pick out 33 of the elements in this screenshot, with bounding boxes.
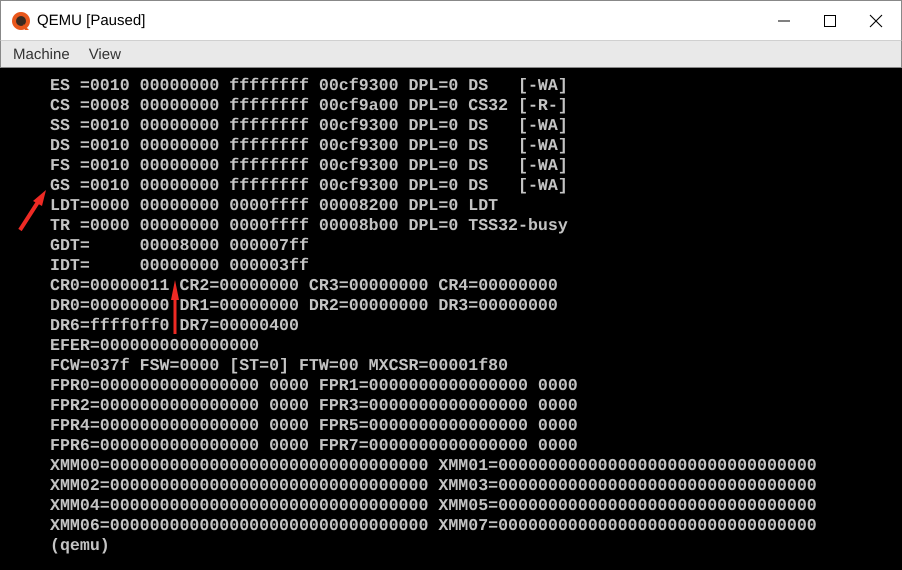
menu-item[interactable]: Machine — [5, 46, 78, 62]
maximize-icon — [824, 14, 836, 26]
console-line: TR =0000 00000000 0000ffff 00008b00 DPL=0 TSS32-busy — [50, 216, 568, 236]
console-line: FPR4=0000000000000000 0000 FPR5=0000000000000000 0000 — [50, 416, 578, 436]
close-icon — [869, 14, 883, 28]
console-line: XMM04=00000000000000000000000000000000 XMM05=00000000000000000000000000000000 — [50, 496, 817, 516]
console-line: FCW=037f FSW=0000 [ST=0] FTW=00 MXCSR=00001f80 — [50, 356, 508, 376]
minimize-icon — [778, 20, 790, 22]
console-line: ES =0010 00000000 ffffffff 00cf9300 DPL=0 DS [-WA] — [50, 76, 568, 96]
console-line: FPR6=0000000000000000 0000 FPR7=0000000000000000 0000 — [50, 436, 578, 456]
console-line: FS =0010 00000000 ffffffff 00cf9300 DPL=0 DS [-WA] — [50, 156, 568, 176]
console-line: CS =0008 00000000 ffffffff 00cf9a00 DPL=0 CS32 [-R-] — [50, 96, 568, 116]
window-title: QEMU [Paused] — [37, 12, 146, 29]
console-line: GS =0010 00000000 ffffffff 00cf9300 DPL=0 DS [-WA] — [50, 176, 568, 196]
console-line: XMM00=00000000000000000000000000000000 XMM01=00000000000000000000000000000000 — [50, 456, 817, 476]
console-line: CR0=00000011 CR2=00000000 CR3=00000000 CR4=00000000 — [50, 276, 558, 296]
console-line: IDT= 00000000 000003ff — [50, 256, 309, 276]
console-line: LDT=0000 00000000 0000ffff 00008200 DPL=0 LDT — [50, 196, 498, 216]
console-line: DR6=ffff0ff0 DR7=00000400 — [50, 316, 299, 336]
annotation-arrow — [18, 190, 46, 232]
console-line: XMM02=00000000000000000000000000000000 XMM03=00000000000000000000000000000000 — [50, 476, 817, 496]
console-line: EFER=0000000000000000 — [50, 336, 260, 356]
console-line: FPR0=0000000000000000 0000 FPR1=0000000000000000 0000 — [50, 376, 578, 396]
console-line: DR0=00000000 DR1=00000000 DR2=00000000 DR3=00000000 — [50, 296, 558, 316]
console-line: SS =0010 00000000 ffffffff 00cf9300 DPL=0 DS [-WA] — [50, 116, 568, 136]
console-line: FPR2=0000000000000000 0000 FPR3=0000000000000000 0000 — [50, 396, 578, 416]
annotation-arrow — [171, 280, 179, 334]
console-line: GDT= 00008000 000007ff — [50, 236, 309, 256]
app-logo-icon — [11, 10, 31, 30]
console-line: (qemu) — [50, 536, 110, 556]
console-line: XMM06=00000000000000000000000000000000 XMM07=00000000000000000000000000000000 — [50, 516, 817, 536]
menu-item[interactable]: View — [80, 46, 129, 62]
console-line: DS =0010 00000000 ffffffff 00cf9300 DPL=0 DS [-WA] — [50, 136, 568, 156]
